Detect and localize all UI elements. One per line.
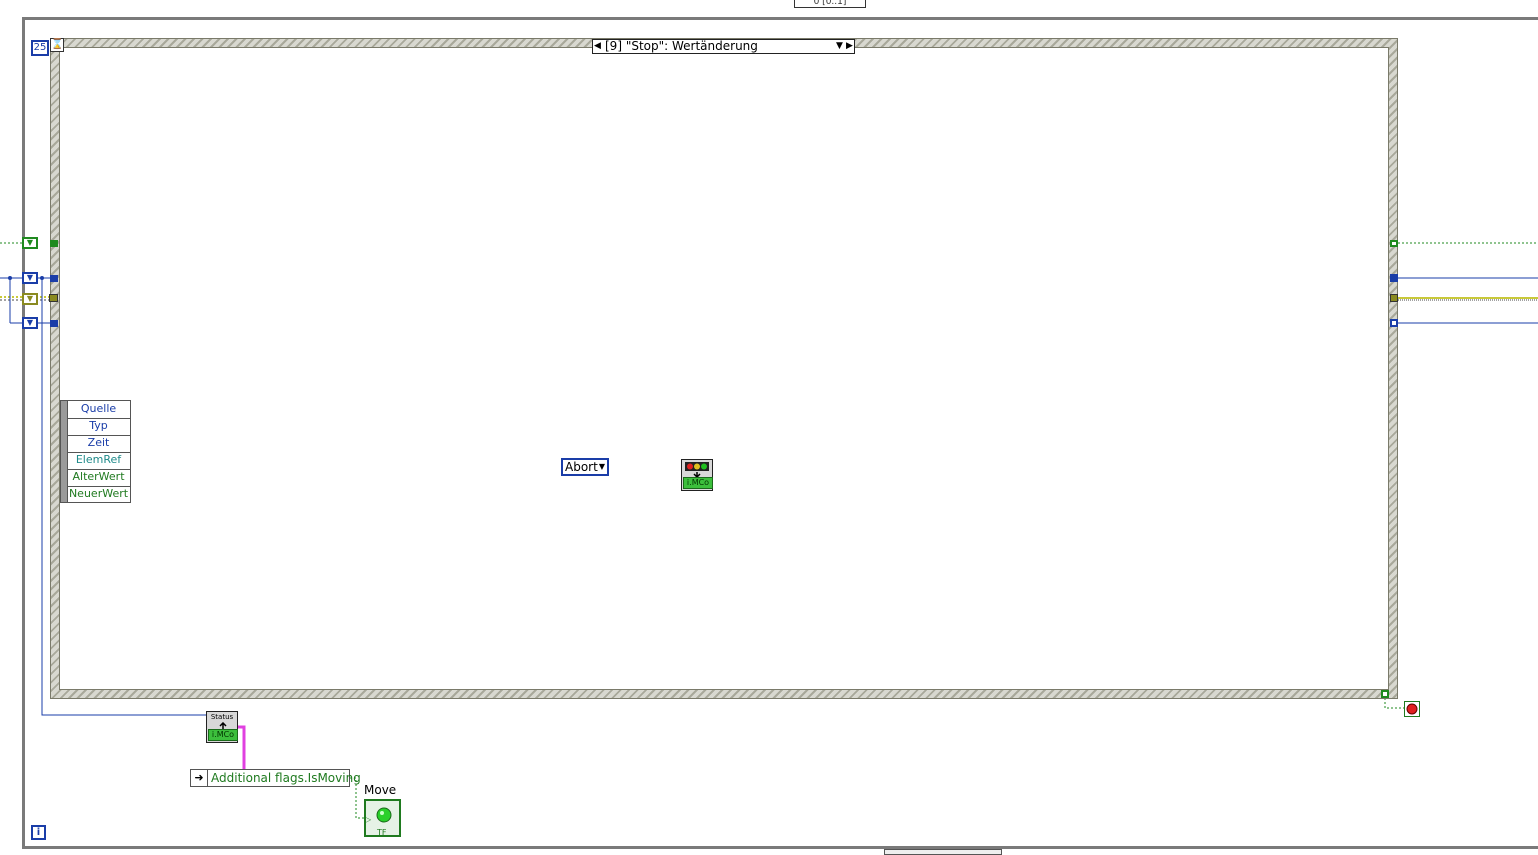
- event-data-node[interactable]: Quelle Typ Zeit ElemRef AlterWert NeuerW…: [60, 400, 131, 503]
- tunnel-ref2-left[interactable]: [50, 320, 58, 327]
- tunnel-ref-right[interactable]: [1390, 274, 1398, 282]
- bottom-scroll-tab[interactable]: [884, 849, 1002, 855]
- abort-label: Abort: [565, 460, 598, 474]
- tunnel-error-left[interactable]: [49, 294, 58, 302]
- tunnel-bool-left[interactable]: [50, 240, 58, 247]
- iteration-terminal[interactable]: i: [31, 825, 46, 840]
- status-subvi-title: Status: [210, 713, 234, 721]
- tunnel-bool-right[interactable]: [1390, 240, 1398, 247]
- shift-register-ref[interactable]: ▼: [22, 272, 38, 284]
- event-data-zeit[interactable]: Zeit: [67, 435, 130, 453]
- tunnel-ref-left[interactable]: [50, 275, 58, 282]
- event-case-label: [9] "Stop": Wertänderung: [605, 39, 758, 53]
- next-case-icon[interactable]: ▶: [845, 40, 854, 53]
- event-data-neuerwert[interactable]: NeuerWert: [67, 486, 130, 503]
- input-arrow-icon: ▷: [365, 815, 372, 824]
- loop-count-terminal[interactable]: 25: [31, 40, 49, 56]
- move-indicator-label: Move: [364, 783, 397, 797]
- shift-register-ref-2[interactable]: ▼: [22, 317, 38, 329]
- tunnel-ref2-right[interactable]: [1390, 319, 1398, 327]
- event-data-elemref[interactable]: ElemRef: [67, 452, 130, 470]
- timeout-terminal[interactable]: ⌛: [50, 38, 64, 52]
- status-subvi[interactable]: Status i.MCo: [206, 711, 238, 743]
- stop-terminal[interactable]: [1404, 701, 1420, 717]
- move-indicator[interactable]: TF ▷: [364, 799, 401, 837]
- unbundle-by-name[interactable]: ➜ Additional flags.IsMoving: [190, 769, 361, 787]
- event-structure-diagram: [59, 47, 1389, 690]
- shift-register-bool[interactable]: ▼: [22, 237, 38, 249]
- led-icon: [376, 807, 392, 823]
- chevron-down-icon[interactable]: ▼: [599, 460, 605, 474]
- tunnel-stop-right[interactable]: [1381, 690, 1389, 698]
- previous-case-icon[interactable]: ◀: [593, 40, 602, 53]
- move-indicator-type: TF: [377, 828, 387, 837]
- abort-enum-constant[interactable]: Abort ▼: [561, 458, 609, 476]
- unbundle-element-label[interactable]: Additional flags.IsMoving: [211, 770, 361, 786]
- control-subvi-tag: i.MCo: [683, 477, 713, 489]
- arrow-right-icon: ➜: [191, 770, 208, 786]
- tunnel-error-right[interactable]: [1390, 294, 1398, 302]
- traffic-light-icon: [685, 462, 709, 478]
- cluster-wire: [238, 725, 246, 769]
- chevron-down-icon[interactable]: ▼: [836, 40, 843, 53]
- event-data-typ[interactable]: Typ: [67, 418, 130, 436]
- stop-icon: [1406, 703, 1418, 715]
- event-data-quelle[interactable]: Quelle: [67, 401, 130, 419]
- event-case-selector[interactable]: ◀ [9] "Stop": Wertänderung ▼ ▶: [592, 39, 855, 54]
- status-subvi-tag: i.MCo: [208, 729, 238, 741]
- control-subvi[interactable]: i.MCo: [681, 459, 713, 491]
- event-data-alterwert[interactable]: AlterWert: [67, 469, 130, 487]
- shift-register-error[interactable]: ▼: [22, 293, 38, 305]
